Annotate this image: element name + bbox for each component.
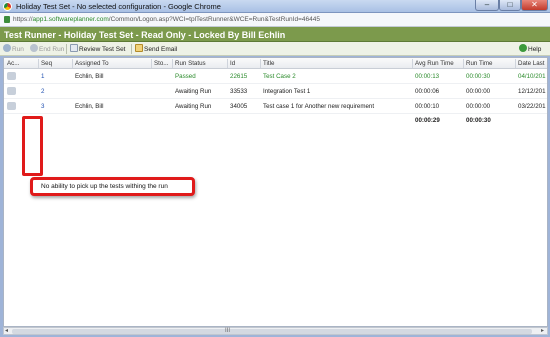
cell-seq: 2	[41, 88, 45, 95]
review-label: Review Test Set	[79, 46, 126, 53]
scrollbar-grip: III	[225, 328, 231, 334]
cell-assigned: Echlin, Bill	[75, 73, 104, 80]
total-avg-run-time: 00:00:29	[415, 117, 440, 124]
toolbar-divider	[131, 44, 132, 54]
cell-title[interactable]: Test case 1 for Another new requirement	[263, 103, 374, 110]
cell-status: Passed	[175, 73, 196, 80]
cell-date-last: 04/10/201	[518, 73, 546, 80]
scroll-right-arrow[interactable]: ▸	[541, 328, 544, 335]
lock-icon	[4, 16, 10, 23]
column-divider[interactable]	[172, 59, 173, 68]
scroll-left-arrow[interactable]: ◂	[5, 328, 8, 335]
app-header: Test Runner - Holiday Test Set - Read On…	[0, 27, 550, 42]
url-scheme: https://	[13, 16, 33, 23]
table-row[interactable]: 1 Echlin, Bill Passed 22615 Test Case 2 …	[4, 69, 547, 84]
cell-run-time: 00:00:30	[466, 73, 491, 80]
run-action-icon[interactable]	[7, 102, 16, 110]
run-action-icon[interactable]	[7, 87, 16, 95]
col-id[interactable]: Id	[230, 60, 235, 67]
run-action-icon[interactable]	[7, 72, 16, 80]
totals-row: 00:00:29 00:00:30	[4, 116, 547, 126]
column-divider[interactable]	[151, 59, 152, 68]
table-row[interactable]: 3 Echlin, Bill Awaiting Run 34005 Test c…	[4, 99, 547, 114]
cell-date-last: 03/22/201	[518, 103, 546, 110]
cell-avg-run-time: 00:00:10	[415, 103, 440, 110]
highlight-box	[22, 116, 43, 176]
grid-header: Ac... Seq Assigned To Sto... Run Status …	[4, 58, 547, 69]
maximize-button[interactable]: □	[499, 0, 521, 11]
column-divider[interactable]	[38, 59, 39, 68]
cell-status: Awaiting Run	[175, 103, 212, 110]
end-run-button[interactable]: End Run	[30, 44, 64, 54]
window-title: Holiday Test Set - No selected configura…	[16, 2, 221, 11]
cell-seq: 1	[41, 73, 45, 80]
col-run-status[interactable]: Run Status	[175, 60, 206, 67]
toolbar-divider	[66, 44, 67, 54]
callout-text: No ability to pick up the tests withing …	[41, 183, 168, 190]
col-title[interactable]: Title	[263, 60, 274, 67]
cell-avg-run-time: 00:00:06	[415, 88, 440, 95]
column-divider[interactable]	[260, 59, 261, 68]
col-actions[interactable]: Ac...	[7, 60, 19, 67]
cell-title[interactable]: Test Case 2	[263, 73, 296, 80]
cell-run-time: 00:00:00	[466, 88, 491, 95]
column-divider[interactable]	[463, 59, 464, 68]
cell-assigned: Echlin, Bill	[75, 103, 104, 110]
col-seq[interactable]: Seq	[41, 60, 52, 67]
cell-status: Awaiting Run	[175, 88, 212, 95]
review-test-set-button[interactable]: Review Test Set	[70, 44, 125, 54]
annotation-callout: No ability to pick up the tests withing …	[30, 177, 195, 196]
cell-date-last: 12/12/201	[518, 88, 546, 95]
end-run-label: End Run	[39, 46, 65, 53]
table-row[interactable]: 2 Awaiting Run 33533 Integration Test 1 …	[4, 84, 547, 99]
run-button[interactable]: Run	[3, 44, 24, 54]
cell-id[interactable]: 22615	[230, 73, 247, 80]
address-bar[interactable]: https://app1.softwareplanner.com/Common/…	[0, 13, 550, 27]
column-divider[interactable]	[72, 59, 73, 68]
horizontal-scrollbar[interactable]: ◂ III ▸	[3, 327, 548, 335]
help-label: Help	[528, 46, 542, 53]
send-email-label: Send Email	[144, 46, 178, 53]
run-icon	[3, 44, 11, 52]
chrome-icon	[3, 2, 12, 11]
column-divider[interactable]	[515, 59, 516, 68]
run-label: Run	[12, 46, 24, 53]
test-run-grid: Ac... Seq Assigned To Sto... Run Status …	[3, 57, 548, 327]
column-divider[interactable]	[412, 59, 413, 68]
cell-id[interactable]: 33533	[230, 88, 247, 95]
col-date-last[interactable]: Date Last	[518, 60, 544, 67]
close-button[interactable]: ✕	[521, 0, 548, 11]
scrollbar-thumb[interactable]	[12, 329, 532, 334]
end-run-icon	[30, 44, 38, 52]
help-icon	[519, 44, 527, 52]
col-story[interactable]: Sto...	[154, 60, 168, 67]
col-run-time[interactable]: Run Time	[466, 60, 492, 67]
cell-id[interactable]: 34005	[230, 103, 247, 110]
col-assigned-to[interactable]: Assigned To	[75, 60, 109, 67]
mail-icon	[135, 44, 143, 52]
send-email-button[interactable]: Send Email	[135, 44, 177, 54]
total-run-time: 00:00:30	[466, 117, 491, 124]
review-icon	[70, 44, 78, 52]
cell-run-time: 00:00:00	[466, 103, 491, 110]
minimize-button[interactable]: –	[475, 0, 499, 11]
cell-title[interactable]: Integration Test 1	[263, 88, 310, 95]
cell-avg-run-time: 00:00:13	[415, 73, 440, 80]
window-titlebar: Holiday Test Set - No selected configura…	[0, 0, 550, 13]
url-text[interactable]: https://app1.softwareplanner.com/Common/…	[13, 16, 320, 23]
page-title: Test Runner - Holiday Test Set - Read On…	[4, 30, 286, 40]
help-button[interactable]: Help	[519, 44, 541, 54]
toolbar: Run End Run Review Test Set Send Email H…	[0, 42, 550, 56]
col-avg-run-time[interactable]: Avg Run Time	[415, 60, 454, 67]
url-host: app1.softwareplanner.com	[32, 16, 109, 23]
column-divider[interactable]	[227, 59, 228, 68]
cell-seq: 3	[41, 103, 45, 110]
url-path: /Common/Logon.asp?WCI=tplTestRunner&WCE=…	[108, 16, 320, 23]
